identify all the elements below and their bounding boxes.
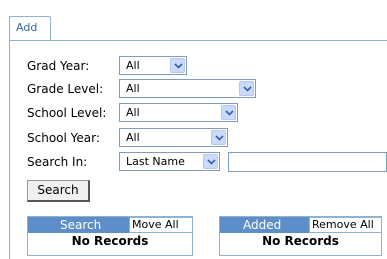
search-in-select[interactable]: Last Name	[119, 152, 220, 171]
panel-top-border	[9, 40, 387, 41]
search-in-label: Search In:	[27, 155, 88, 169]
tab-bar: Add	[0, 0, 387, 41]
school-year-value: All	[126, 131, 140, 144]
search-grid-header: Search Move All	[28, 217, 193, 233]
tab-add[interactable]: Add	[9, 16, 51, 40]
school-year-label: School Year:	[27, 131, 100, 145]
grade-level-select[interactable]: All	[119, 79, 256, 98]
grade-level-value: All	[126, 82, 140, 95]
search-text-input[interactable]	[228, 152, 387, 172]
chevron-down-icon	[211, 130, 226, 145]
search-grid-title: Search	[60, 218, 102, 232]
chevron-down-icon	[221, 105, 236, 120]
chevron-down-icon	[203, 154, 218, 169]
added-grid-title: Added	[243, 218, 282, 232]
chevron-down-icon	[239, 81, 254, 96]
grade-level-label: Grade Level:	[27, 82, 104, 96]
added-grid-header: Added Remove All	[220, 217, 382, 233]
search-in-value: Last Name	[126, 155, 185, 168]
grad-year-value: All	[126, 59, 140, 72]
remove-all-button[interactable]: Remove All	[309, 217, 382, 233]
move-all-button[interactable]: Move All	[129, 217, 193, 233]
search-results-grid: Search Move All No Records	[27, 216, 193, 256]
added-grid-empty: No Records	[262, 234, 339, 248]
grad-year-label: Grad Year:	[27, 59, 90, 73]
school-level-value: All	[126, 106, 140, 119]
chevron-down-icon	[170, 58, 185, 73]
school-year-select[interactable]: All	[119, 128, 228, 147]
search-grid-empty: No Records	[71, 234, 149, 248]
school-level-select[interactable]: All	[119, 103, 238, 122]
search-button[interactable]: Search	[27, 180, 90, 202]
grad-year-select[interactable]: All	[119, 56, 187, 75]
school-level-label: School Level:	[27, 106, 107, 120]
added-grid: Added Remove All No Records	[219, 216, 382, 256]
panel-left-border	[9, 16, 10, 259]
tab-add-label: Add	[16, 21, 38, 34]
